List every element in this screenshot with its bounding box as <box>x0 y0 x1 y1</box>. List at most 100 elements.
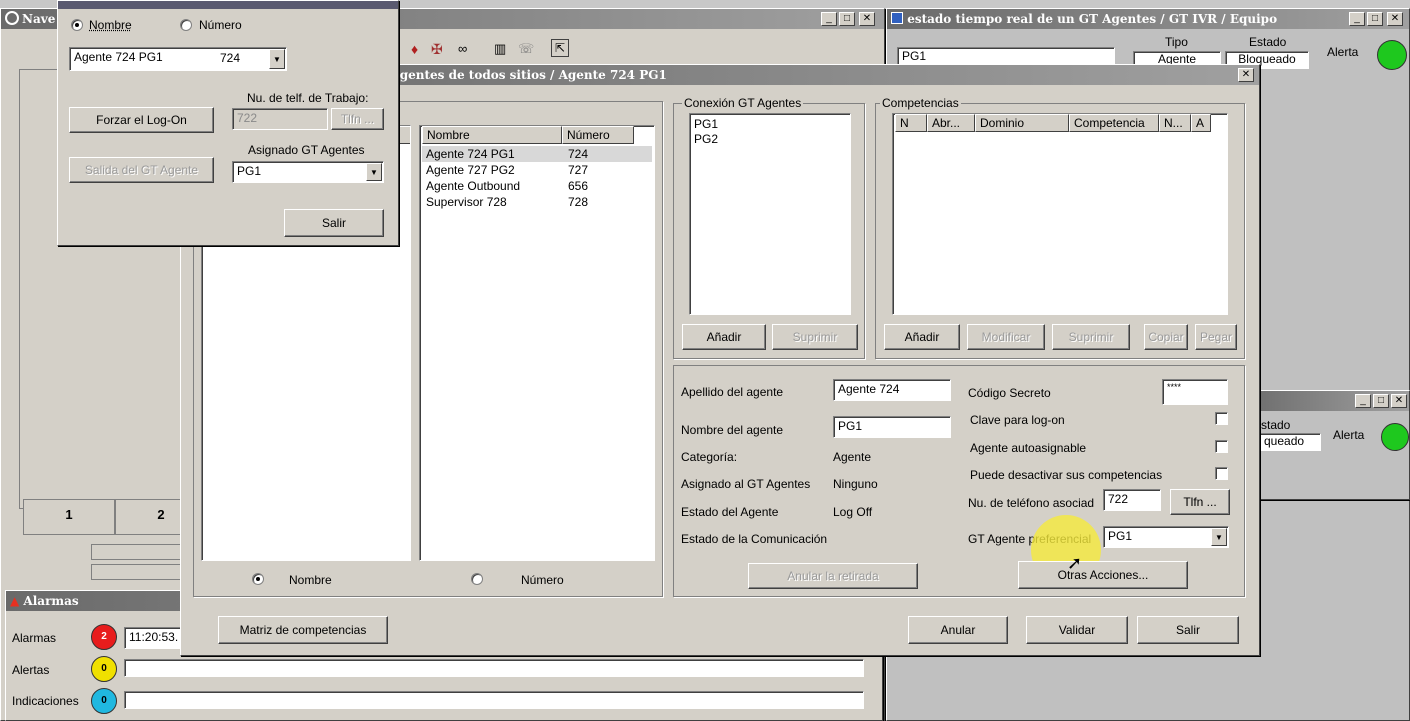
telefono-label: Nu. de teléfono asociad <box>968 496 1095 510</box>
agent-name: Supervisor 728 <box>426 195 507 209</box>
chevron-down-icon[interactable]: ▼ <box>1211 528 1227 546</box>
comp-copy-button[interactable]: Copiar <box>1144 324 1188 350</box>
apellido-field[interactable]: Agente 724 <box>833 379 951 401</box>
restore-icon[interactable]: ⇱ <box>551 39 569 57</box>
competencias-list[interactable]: N Abr... Dominio Competencia N... A <box>892 113 1228 315</box>
competencias-title: Competencias <box>880 96 961 110</box>
comp-remove-button[interactable]: Suprimir <box>1052 324 1130 350</box>
codigo-field[interactable]: **** <box>1162 379 1228 405</box>
comp-col-abr[interactable]: Abr... <box>927 114 975 132</box>
agent-name: Agente 724 PG1 <box>426 147 515 161</box>
comp-col-dominio[interactable]: Dominio <box>975 114 1069 132</box>
login-tel-button[interactable]: Tlfn ... <box>331 108 384 130</box>
anular-button[interactable]: Anular <box>908 616 1008 644</box>
minimize-button[interactable]: _ <box>821 12 837 26</box>
chevron-down-icon[interactable]: ▼ <box>269 49 285 69</box>
rt-alert-led <box>1377 40 1407 70</box>
alert-icon[interactable]: ♦ <box>411 41 418 57</box>
binoculars-icon[interactable]: ∞ <box>458 41 467 56</box>
sw2-maximize-button[interactable]: □ <box>1373 394 1389 408</box>
rt-close-button[interactable]: ✕ <box>1387 12 1403 26</box>
comp-modify-button[interactable]: Modificar <box>967 324 1045 350</box>
col-numero[interactable]: Número <box>562 126 634 144</box>
sort-numero-label: Número <box>521 573 564 587</box>
conexion-list[interactable]: PG1 PG2 <box>689 113 851 315</box>
nombre-label: Nombre del agente <box>681 423 784 437</box>
codigo-label: Código Secreto <box>968 386 1051 400</box>
login-exit-button[interactable]: Salir <box>284 209 384 237</box>
chevron-down-icon[interactable]: ▼ <box>366 163 382 181</box>
login-agent-select[interactable]: Agente 724 PG1 724 ▼ <box>69 47 287 71</box>
login-titlebar <box>58 1 398 9</box>
sw2-alert-label: Alerta <box>1333 428 1365 442</box>
status-bar-1 <box>91 544 186 560</box>
rt-maximize-button[interactable]: □ <box>1367 12 1383 26</box>
agent-number: 728 <box>568 195 589 209</box>
autoasignable-label: Agente autoasignable <box>970 441 1087 455</box>
login-assigned-select[interactable]: PG1 ▼ <box>232 161 384 183</box>
login-agent-name: Agente 724 PG1 <box>74 50 163 64</box>
desactivar-checkbox[interactable] <box>1215 467 1228 480</box>
clave-label: Clave para log-on <box>970 413 1065 427</box>
sort-numero-radio[interactable] <box>471 573 483 585</box>
tab-1[interactable]: 1 <box>23 499 115 535</box>
force-logon-button[interactable]: Forzar el Log-On <box>69 107 214 133</box>
alarms-value: 11:20:53. <box>124 627 184 649</box>
comp-col-a[interactable]: A <box>1191 114 1211 132</box>
matriz-button[interactable]: Matriz de competencias <box>218 616 388 644</box>
alerts-count: 0 <box>101 663 107 674</box>
sw2-estado-label: stado <box>1261 418 1291 432</box>
indications-label: Indicaciones <box>12 694 79 708</box>
login-radio-nombre[interactable] <box>71 19 83 31</box>
sw2-minimize-button[interactable]: _ <box>1355 394 1371 408</box>
comp-col-n2[interactable]: N... <box>1159 114 1191 132</box>
comp-paste-button[interactable]: Pegar <box>1195 324 1237 350</box>
autoasignable-checkbox[interactable] <box>1215 440 1228 453</box>
sw2-close-button[interactable]: ✕ <box>1391 394 1407 408</box>
conexion-item[interactable]: PG1 <box>694 116 848 132</box>
clave-checkbox[interactable] <box>1215 412 1228 425</box>
conexion-title: Conexión GT Agentes <box>682 96 804 110</box>
rt-minimize-button[interactable]: _ <box>1349 12 1365 26</box>
agents-dialog-title: os agentes de todos sitios / Agente 724 … <box>373 68 667 82</box>
salir-button[interactable]: Salir <box>1137 616 1239 644</box>
conexion-add-button[interactable]: Añadir <box>682 324 766 350</box>
maximize-button[interactable]: □ <box>839 12 855 26</box>
login-tel-field[interactable]: 722 <box>232 108 328 130</box>
login-radio-numero[interactable] <box>180 19 192 31</box>
alarms-title: Alarmas <box>23 594 79 608</box>
col-nombre[interactable]: Nombre <box>422 126 562 144</box>
comp-col-competencia[interactable]: Competencia <box>1069 114 1159 132</box>
exit-agent-button[interactable]: Salida del GT Agente <box>69 157 214 183</box>
apellido-label: Apellido del agente <box>681 385 784 399</box>
anular-retirada-button[interactable]: Anular la retirada <box>748 563 918 589</box>
alarm-icon: ▲ <box>10 594 20 608</box>
mouse-pointer-icon: ➚ <box>1067 553 1083 573</box>
conexion-remove-button[interactable]: Suprimir <box>772 324 858 350</box>
comp-col-n[interactable]: N <box>895 114 927 132</box>
agent-row[interactable]: Agente Outbound 656 <box>422 178 652 194</box>
alerts-label: Alertas <box>12 663 50 677</box>
agent-list[interactable]: Nombre Número Agente 724 PG1 724 Agente 7… <box>419 125 655 561</box>
close-button[interactable]: ✕ <box>859 12 875 26</box>
sort-nombre-radio[interactable] <box>252 573 264 585</box>
agent-row[interactable]: Supervisor 728 728 <box>422 194 652 210</box>
alerts-count-led: 0 <box>91 656 117 682</box>
comp-col-abr-label: Abr... <box>932 116 961 130</box>
alarms-count-led: 2 <box>91 624 117 650</box>
telefono-button[interactable]: Tlfn ... <box>1170 489 1230 515</box>
comp-add-button[interactable]: Añadir <box>884 324 960 350</box>
agent-row[interactable]: Agente 727 PG2 727 <box>422 162 652 178</box>
nombre-field[interactable]: PG1 <box>833 416 951 438</box>
toolbar: ♦ ✠ ∞ ▥ ☏ ⇱ <box>406 39 586 61</box>
dialog-close-button[interactable]: ✕ <box>1238 68 1254 82</box>
conexion-item[interactable]: PG2 <box>694 131 848 147</box>
telefono-field[interactable]: 722 <box>1103 489 1161 511</box>
phone-icon[interactable]: ☏ <box>518 41 534 57</box>
agent-row[interactable]: Agente 724 PG1 724 <box>422 146 652 162</box>
team-icon[interactable]: ✠ <box>431 41 443 58</box>
otras-acciones-button[interactable]: Otras Acciones... <box>1018 561 1188 589</box>
validar-button[interactable]: Validar <box>1026 616 1128 644</box>
chart-icon[interactable]: ▥ <box>494 41 506 57</box>
preferencial-select[interactable]: PG1 ▼ <box>1103 526 1229 548</box>
